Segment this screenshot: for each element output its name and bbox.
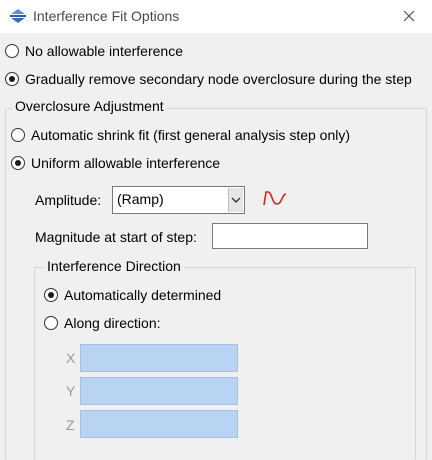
gradually-remove-overclosure-radio[interactable]: Gradually remove secondary node overclos… bbox=[5, 71, 412, 87]
radio-circle[interactable] bbox=[11, 128, 25, 142]
along-direction-radio[interactable]: Along direction: bbox=[44, 315, 161, 331]
title-bar: Interference Fit Options bbox=[0, 0, 432, 33]
y-label: Y bbox=[66, 383, 76, 399]
close-button[interactable] bbox=[386, 0, 432, 33]
radio-label: Along direction: bbox=[64, 315, 161, 331]
chevron-down-icon[interactable] bbox=[228, 188, 243, 212]
radio-circle[interactable] bbox=[5, 44, 19, 58]
y-input[interactable] bbox=[80, 377, 238, 405]
radio-circle[interactable] bbox=[5, 72, 19, 86]
interference-direction-title: Interference Direction bbox=[44, 258, 184, 274]
radio-label: Uniform allowable interference bbox=[31, 155, 221, 171]
x-label: X bbox=[66, 350, 76, 366]
close-icon bbox=[403, 9, 415, 25]
radio-label: No allowable interference bbox=[25, 43, 183, 59]
amplitude-value: (Ramp) bbox=[117, 191, 164, 207]
interference-fit-icon bbox=[9, 8, 27, 24]
x-input[interactable] bbox=[80, 344, 238, 372]
radio-label: Automatically determined bbox=[64, 287, 222, 303]
radio-label: Automatic shrink fit (first general anal… bbox=[31, 127, 351, 143]
magnitude-input[interactable] bbox=[212, 223, 368, 249]
radio-circle[interactable] bbox=[44, 288, 58, 302]
amplitude-curve-icon[interactable] bbox=[262, 189, 288, 210]
automatically-determined-radio[interactable]: Automatically determined bbox=[44, 287, 221, 303]
z-label: Z bbox=[66, 417, 75, 433]
overclosure-adjustment-title: Overclosure Adjustment bbox=[12, 98, 167, 114]
radio-circle[interactable] bbox=[44, 316, 58, 330]
dialog-body: No allowable interference Gradually remo… bbox=[0, 33, 432, 460]
automatic-shrink-fit-radio[interactable]: Automatic shrink fit (first general anal… bbox=[11, 127, 350, 143]
amplitude-select[interactable]: (Ramp) bbox=[112, 186, 245, 214]
magnitude-label: Magnitude at start of step: bbox=[35, 229, 197, 245]
radio-label: Gradually remove secondary node overclos… bbox=[25, 71, 412, 87]
amplitude-label: Amplitude: bbox=[35, 192, 102, 208]
z-input[interactable] bbox=[80, 410, 238, 438]
no-allowable-interference-radio[interactable]: No allowable interference bbox=[5, 43, 183, 59]
window-title: Interference Fit Options bbox=[33, 8, 180, 24]
uniform-allowable-interference-radio[interactable]: Uniform allowable interference bbox=[11, 155, 220, 171]
radio-circle[interactable] bbox=[11, 156, 25, 170]
